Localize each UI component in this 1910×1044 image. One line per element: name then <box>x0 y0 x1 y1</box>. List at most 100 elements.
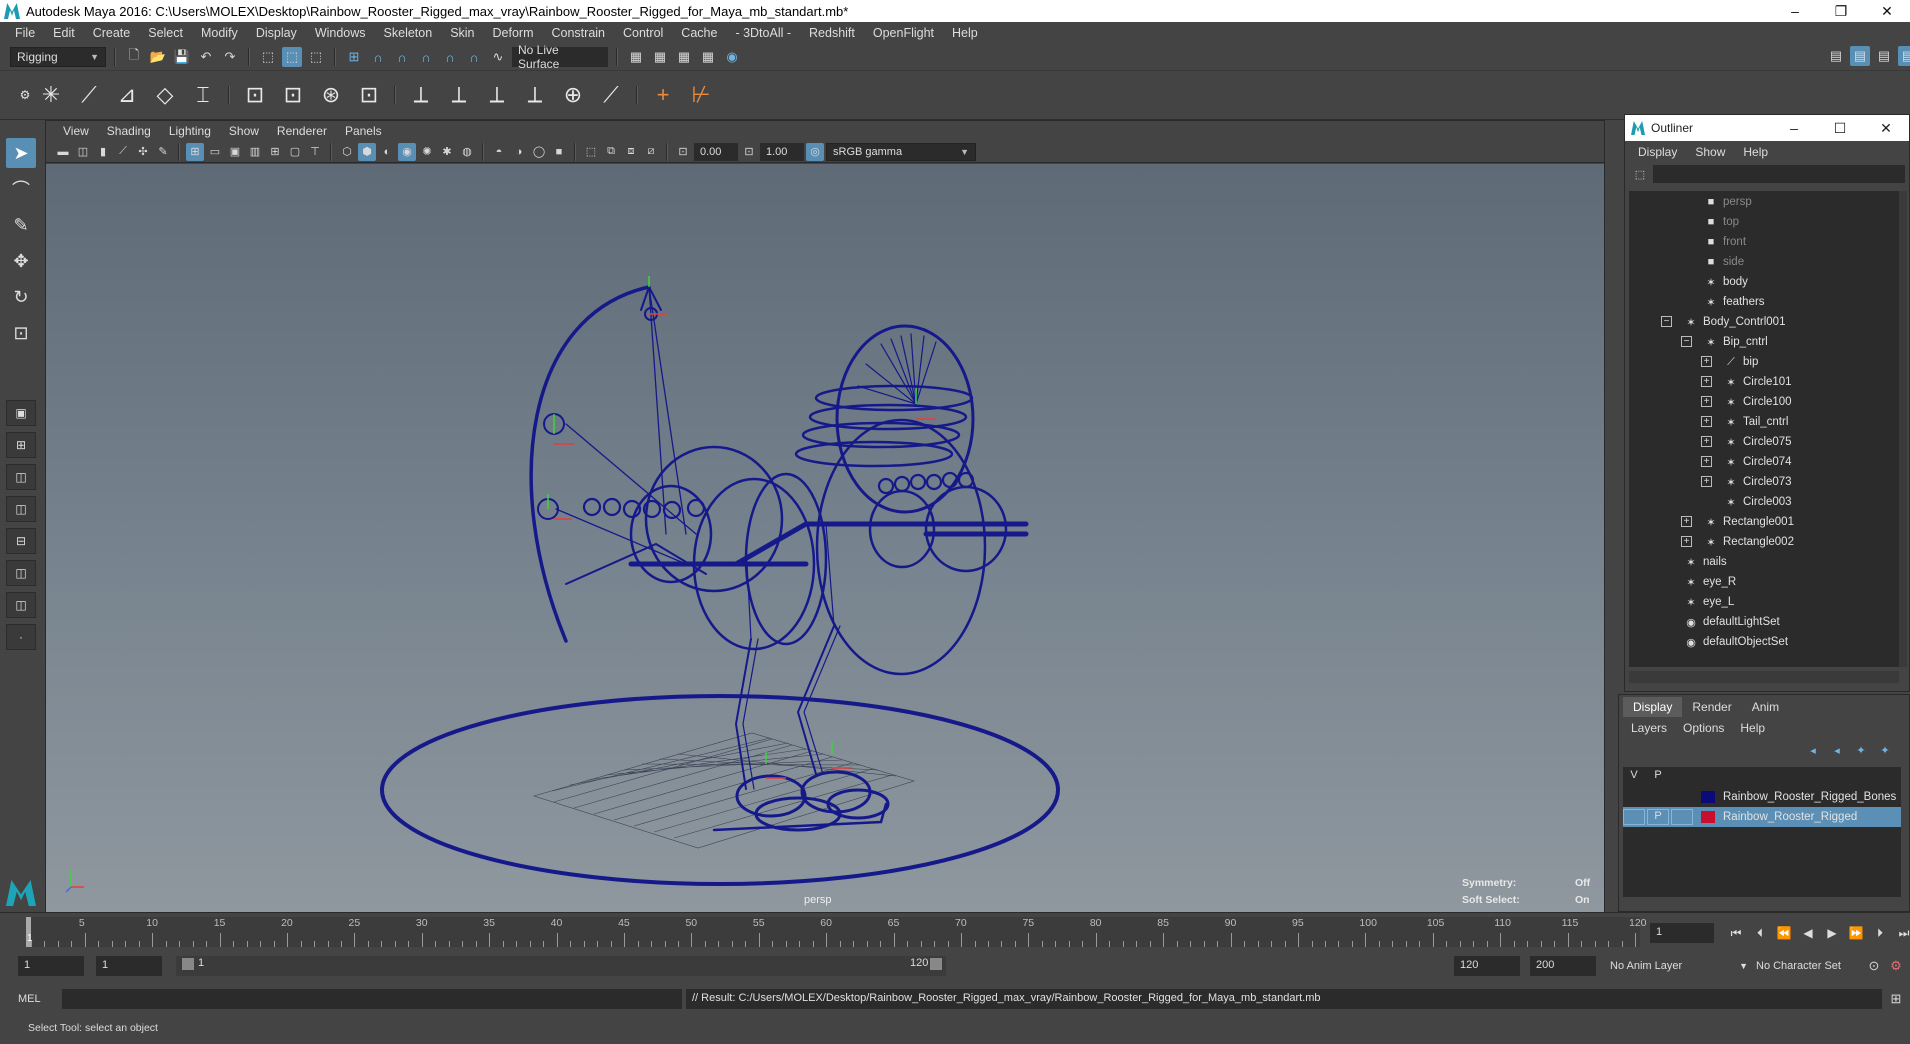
paint-select-icon[interactable]: ✎ <box>6 210 36 240</box>
2d-pan-zoom-icon[interactable]: ✣ <box>134 143 152 161</box>
range-end-handle[interactable] <box>930 958 942 970</box>
film-gate-icon[interactable]: ▭ <box>206 143 224 161</box>
exposure-field[interactable]: 0.00 <box>694 142 738 161</box>
minimize-button[interactable]: – <box>1772 0 1818 22</box>
step-back-frame-icon[interactable]: ⏴ <box>1750 923 1770 943</box>
undo-icon[interactable]: ↶ <box>196 47 216 67</box>
move-tool-icon[interactable]: ✥ <box>6 246 36 276</box>
lights-icon[interactable]: ✺ <box>418 143 436 161</box>
outliner-item[interactable]: ✶ nails <box>1683 552 1726 572</box>
tab-render[interactable]: Render <box>1682 697 1741 717</box>
menu-help[interactable]: Help <box>943 26 987 40</box>
animation-start-field[interactable]: 1 <box>18 956 84 976</box>
snap-grid-icon[interactable]: ⊞ <box>344 47 364 67</box>
outliner-item[interactable]: ✶ Bip_cntrl <box>1703 332 1767 352</box>
outliner-item[interactable]: ✶ Circle101 <box>1723 372 1791 392</box>
save-scene-icon[interactable]: 💾 <box>172 47 192 67</box>
maximize-button[interactable]: ☐ <box>1817 120 1863 137</box>
new-layer-from-selection-icon[interactable]: ✦ <box>1875 740 1895 760</box>
script-language-toggle[interactable]: MEL <box>18 990 58 1008</box>
lasso-tool-icon[interactable]: ⌒ <box>6 174 36 204</box>
outliner-item[interactable]: ✶ feathers <box>1703 292 1764 312</box>
shadows-icon[interactable]: ✱ <box>438 143 456 161</box>
safe-title-icon[interactable]: ⊤ <box>306 143 324 161</box>
menu-deform[interactable]: Deform <box>484 26 543 40</box>
snap-curve-icon[interactable]: ∩ <box>368 47 388 67</box>
panel-menu-shading[interactable]: Shading <box>98 124 160 138</box>
menu-control[interactable]: Control <box>614 26 672 40</box>
menuset-dropdown[interactable]: Rigging ▼ <box>10 47 106 67</box>
joint-tool-icon[interactable]: ✳ <box>34 78 68 112</box>
select-hierarchy-icon[interactable]: ⬚ <box>258 47 278 67</box>
outliner-tree[interactable]: ■ persp ■ top ■ front ■ side ✶ body ✶ feathers − ✶ Bod… <box>1629 191 1899 667</box>
menu-display[interactable]: Display <box>247 26 306 40</box>
outliner-item[interactable]: ✶ Circle074 <box>1723 452 1791 472</box>
time-slider-track[interactable]: 5 10 15 20 25 30 35 40 45 50 55 60 65 70 75 80 85 90 95 100… <box>26 917 1647 947</box>
layer-visibility-toggle[interactable] <box>1623 789 1645 805</box>
outliner-item[interactable]: ✶ Circle100 <box>1723 392 1791 412</box>
panel-menu-lighting[interactable]: Lighting <box>160 124 220 138</box>
character-set-dropdown[interactable]: No Character Set <box>1750 956 1864 976</box>
insert-joint-icon[interactable]: ◇ <box>148 78 182 112</box>
outliner-layout-icon[interactable]: ◫ <box>6 592 36 618</box>
layer-menu-options[interactable]: Options <box>1675 721 1732 735</box>
layer-menu-layers[interactable]: Layers <box>1623 721 1675 735</box>
cluster-icon[interactable]: ⊡ <box>238 78 272 112</box>
snap-projected-icon[interactable]: ∩ <box>464 47 484 67</box>
paint-weights-icon[interactable]: ⟂ <box>442 78 476 112</box>
panel-menu-panels[interactable]: Panels <box>336 124 391 138</box>
hypershade-layout-icon[interactable]: ◫ <box>6 560 36 586</box>
motion-blur-icon[interactable]: ◓ <box>490 143 508 161</box>
view-transform-dropdown[interactable]: sRGB gamma ▼ <box>826 142 976 161</box>
tree-expander[interactable]: + <box>1701 456 1712 467</box>
mirror-weights-icon[interactable]: ⟂ <box>480 78 514 112</box>
menu-openflight[interactable]: OpenFlight <box>864 26 943 40</box>
gate-mask-icon[interactable]: ▥ <box>246 143 264 161</box>
filter-icon[interactable]: ⬚ <box>1633 167 1647 181</box>
locator-icon[interactable]: ⌶ <box>186 78 220 112</box>
outliner-search-input[interactable] <box>1653 165 1905 183</box>
lattice-icon[interactable]: ⊡ <box>276 78 310 112</box>
script-editor-icon[interactable]: ⊞ <box>1886 989 1906 1009</box>
safe-action-icon[interactable]: ▢ <box>286 143 304 161</box>
aim-constraint-icon[interactable]: ⊕ <box>556 78 590 112</box>
go-to-end-icon[interactable]: ⏭ <box>1894 923 1910 943</box>
gamma-field[interactable]: 1.00 <box>760 142 804 161</box>
layer-type-toggle[interactable] <box>1671 789 1693 805</box>
gamma-icon[interactable]: ⊡ <box>740 143 758 161</box>
go-to-start-icon[interactable]: ⏮ <box>1726 923 1746 943</box>
parent-constraint-icon[interactable]: ⊬ <box>684 78 718 112</box>
animation-end-field[interactable]: 200 <box>1530 956 1596 976</box>
tree-expander[interactable]: + <box>1701 416 1712 427</box>
tool-settings-icon[interactable]: ▤ <box>1874 46 1894 66</box>
modeling-toolkit-icon[interactable]: ▤ <box>1826 46 1846 66</box>
backface-culling-icon[interactable]: ⧄ <box>642 143 660 161</box>
xray-icon[interactable]: ⬚ <box>582 143 600 161</box>
shelf-menu-icon[interactable]: ⚙ <box>20 78 31 112</box>
anim-layer-dropdown[interactable]: No Anim Layer ▼ <box>1604 956 1754 976</box>
tree-expander[interactable]: − <box>1681 336 1692 347</box>
outliner-item[interactable]: ✶ eye_R <box>1683 572 1736 592</box>
snap-view-plane-icon[interactable]: ∩ <box>416 47 436 67</box>
close-button[interactable]: ✕ <box>1863 120 1909 137</box>
menu-redshift[interactable]: Redshift <box>800 26 864 40</box>
render-settings-icon[interactable]: ▦ <box>698 47 718 67</box>
render-view-icon[interactable]: ▦ <box>626 47 646 67</box>
wireframe-icon[interactable]: ⬡ <box>338 143 356 161</box>
step-forward-frame-icon[interactable]: ⏵ <box>1870 923 1890 943</box>
camera-attributes-icon[interactable]: ◫ <box>74 143 92 161</box>
outliner-item[interactable]: ◉ defaultLightSet <box>1683 612 1780 632</box>
attribute-editor-icon[interactable]: ▤ <box>1850 46 1870 66</box>
exposure-icon[interactable]: ⊡ <box>674 143 692 161</box>
persp-outliner-layout-icon[interactable]: ◫ <box>6 496 36 522</box>
outliner-item[interactable]: ✶ Rectangle001 <box>1703 512 1794 532</box>
layer-visibility-toggle[interactable] <box>1623 809 1645 825</box>
outliner-menu-show[interactable]: Show <box>1686 145 1734 159</box>
tree-expander[interactable]: + <box>1681 516 1692 527</box>
range-start-handle[interactable] <box>182 958 194 970</box>
perspective-viewport[interactable]: persp Symmetry: Off Soft Select: On <box>46 164 1604 913</box>
bookmark-icon[interactable]: ▮ <box>94 143 112 161</box>
ipr-render-icon[interactable]: ▦ <box>674 47 694 67</box>
side-by-side-layout-icon[interactable]: ◫ <box>6 464 36 490</box>
open-scene-icon[interactable]: 📂 <box>148 47 168 67</box>
